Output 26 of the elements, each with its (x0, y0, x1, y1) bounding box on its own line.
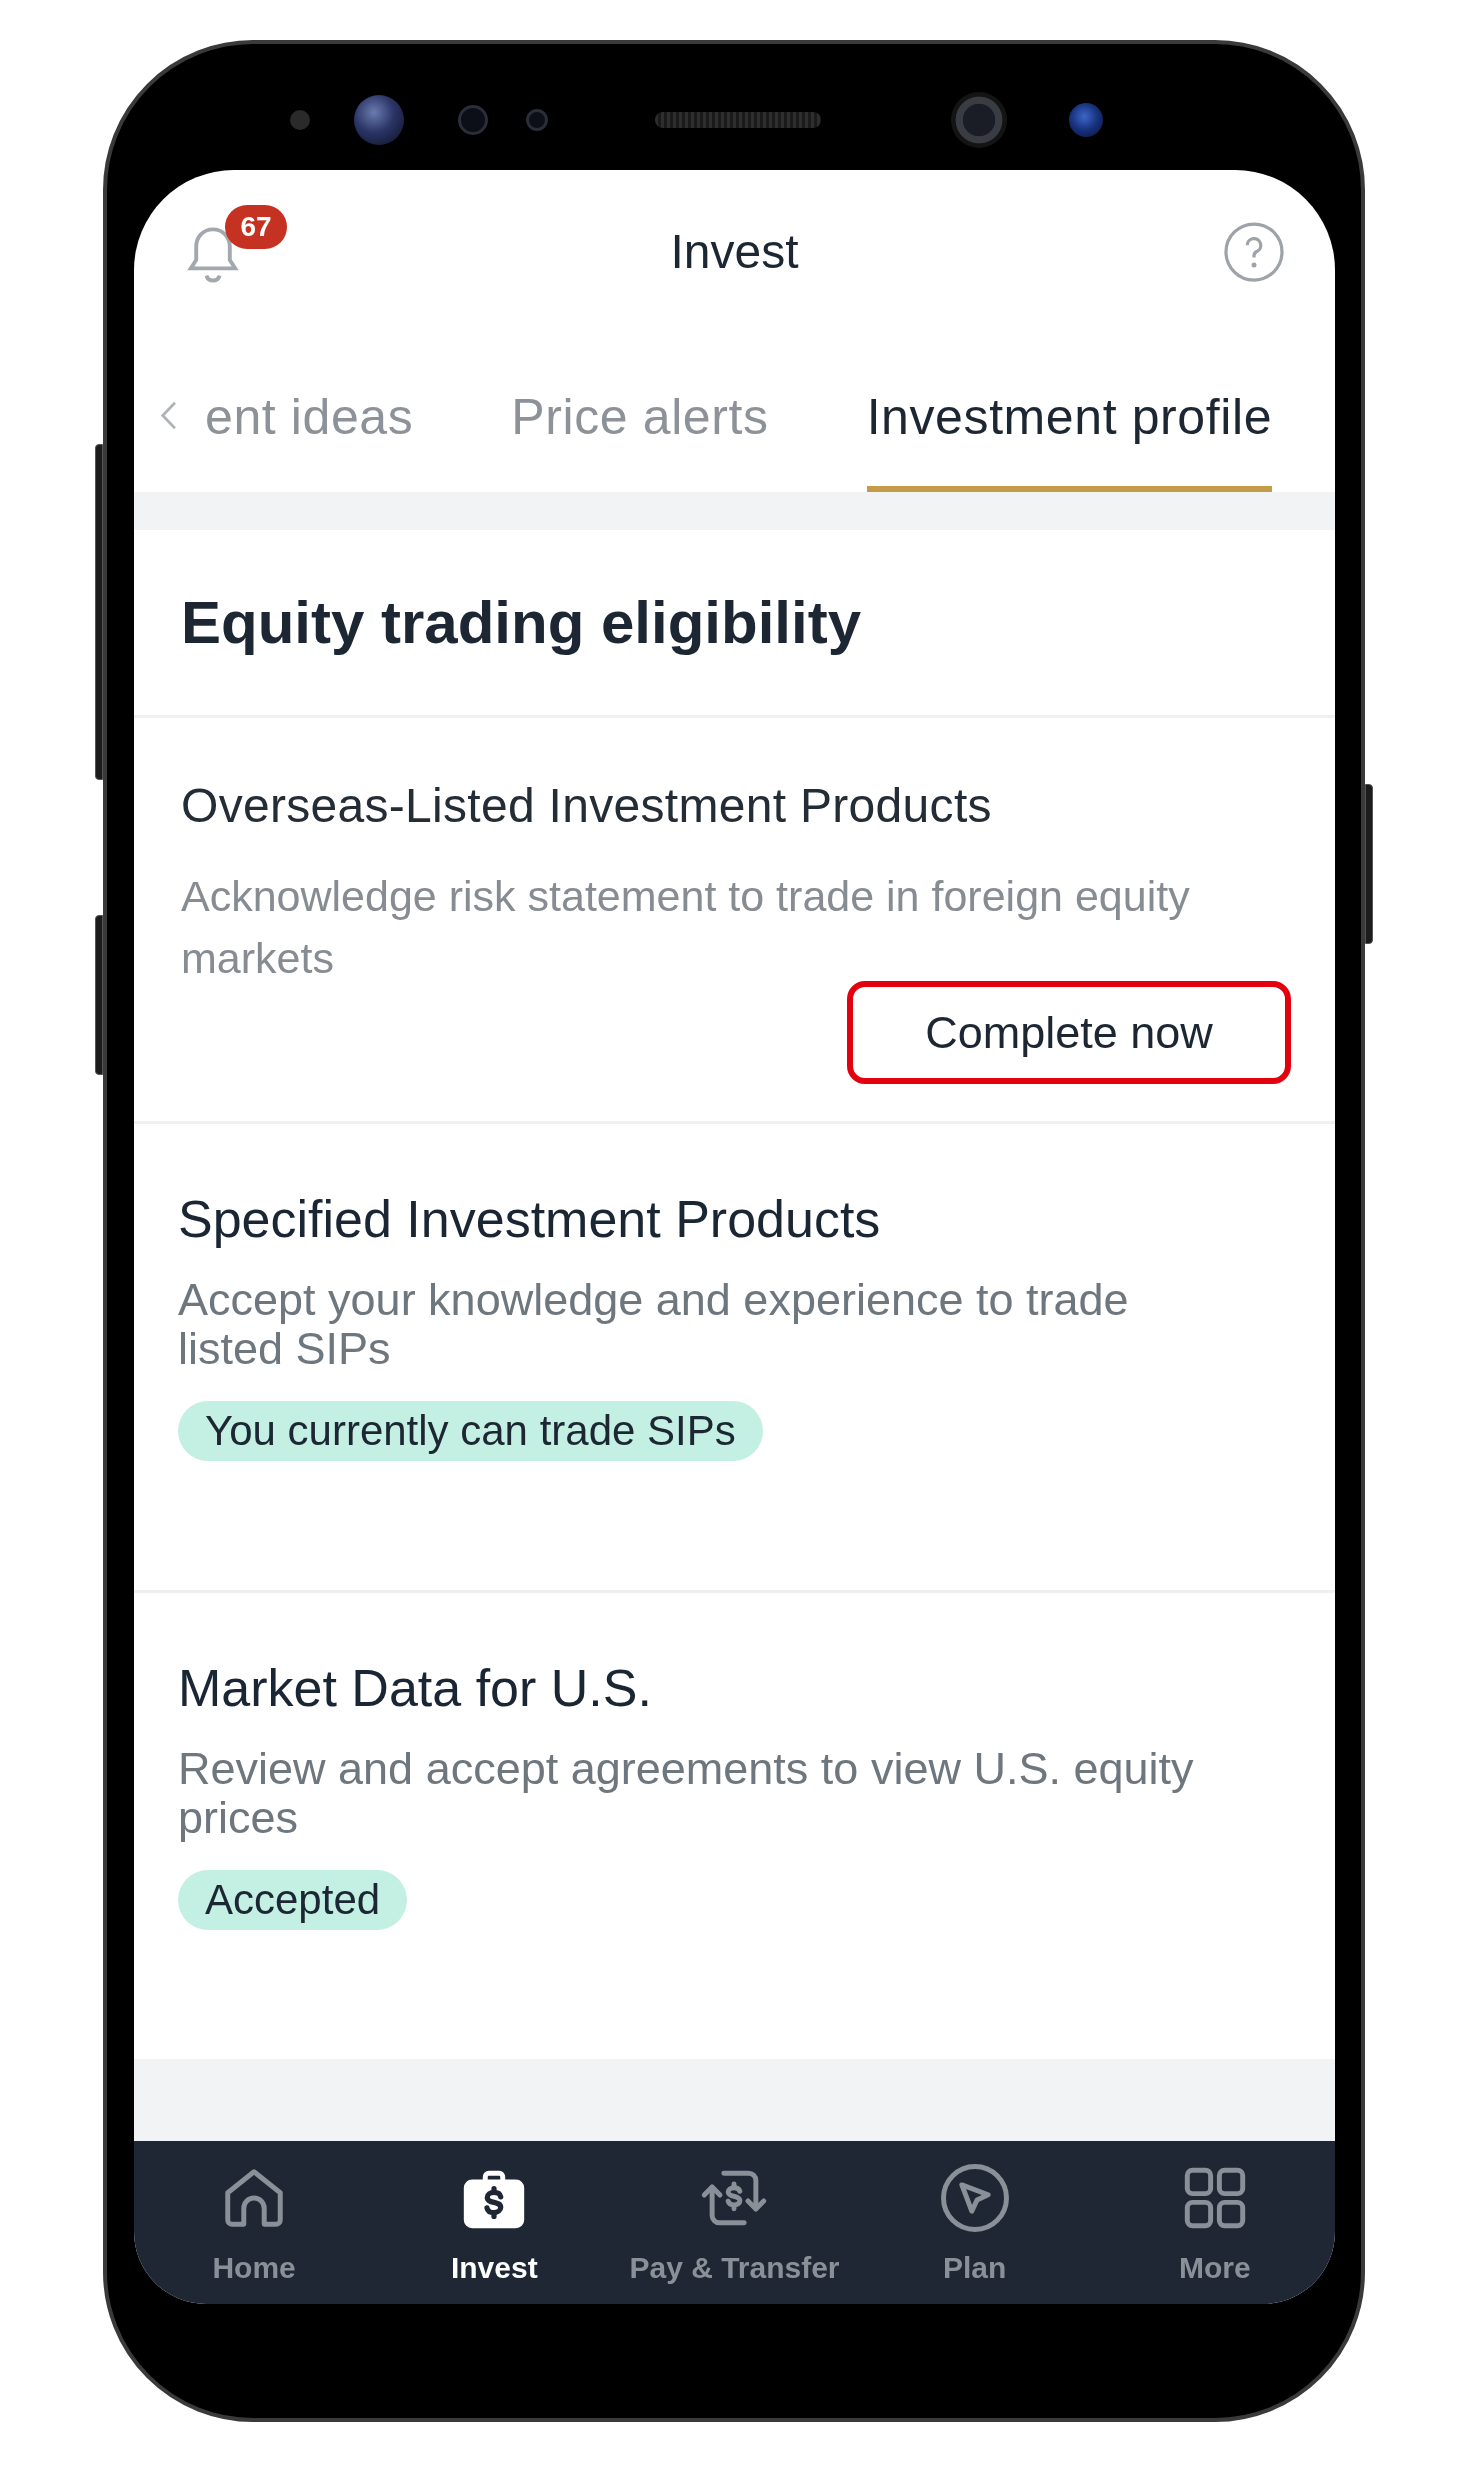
nav-item[interactable]: Home (212, 2141, 296, 2287)
nav-item[interactable]: More (1179, 2141, 1251, 2287)
action-button[interactable]: Complete now (847, 981, 1291, 1084)
lens-icon (951, 92, 1007, 148)
bell-icon[interactable] (189, 226, 237, 284)
status-badge: You currently can trade SIPs (178, 1401, 763, 1461)
nav-item[interactable]: Pay & Transfer (629, 2141, 840, 2287)
status-badge: Accepted (178, 1870, 408, 1930)
item-description: Acknowledge risk statement to trade in foreign equity markets (181, 871, 1191, 984)
item-description: Review and accept agreements to view U.S. equity prices (178, 1744, 1195, 1842)
nav-item[interactable]: Invest (450, 2141, 538, 2287)
tab[interactable]: ent ideas (205, 388, 414, 492)
tab[interactable]: Price alerts (511, 388, 769, 492)
lens-icon (354, 95, 404, 145)
sensor-icon (1069, 103, 1103, 137)
item-description: Accept your knowledge and experience to trade listed SIPs (178, 1275, 1130, 1373)
item-title: Specified Investment Products (178, 1189, 881, 1250)
notification-badge: 67 (225, 204, 287, 249)
page-title: Invest (670, 224, 799, 280)
nav-item[interactable]: Plan (939, 2141, 1010, 2287)
sensor-icon (290, 110, 310, 130)
sensor-icon (526, 109, 548, 131)
section-heading: Equity trading eligibility (181, 588, 862, 658)
item-title: Overseas-Listed Investment Products (181, 778, 992, 834)
item-title: Market Data for U.S. (178, 1658, 652, 1719)
sensor-icon (458, 105, 488, 135)
